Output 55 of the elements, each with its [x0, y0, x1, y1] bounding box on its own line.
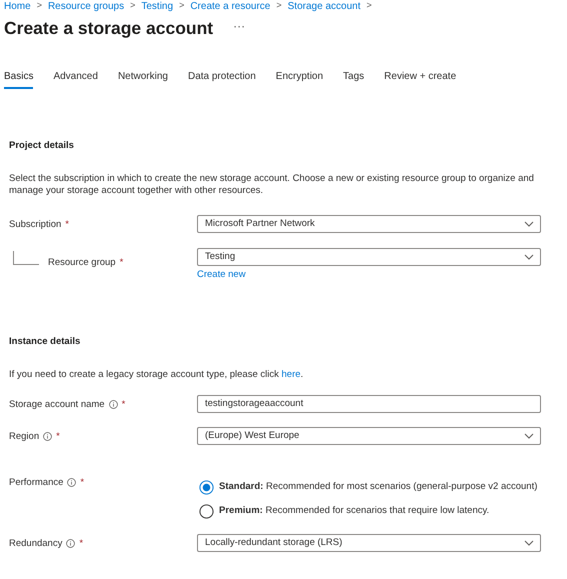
page-title: Create a storage account	[4, 18, 214, 39]
breadcrumb-separator: >	[276, 0, 282, 12]
required-mark: *	[56, 430, 60, 444]
required-mark: *	[80, 476, 84, 490]
dropdown[interactable]: Microsoft Partner Network	[197, 215, 541, 234]
tab[interactable]: Encryption	[276, 69, 324, 89]
info-icon[interactable]	[43, 432, 52, 442]
breadcrumb-separator: >	[36, 0, 42, 12]
field-label: Subscription	[9, 218, 62, 232]
tab[interactable]: Basics	[4, 69, 34, 89]
more-button[interactable]: ···	[229, 16, 250, 34]
radio-label: Premium: Recommended for scenarios that require low latency.	[219, 504, 490, 518]
info-icon[interactable]	[67, 478, 76, 488]
tab[interactable]: Advanced	[53, 69, 98, 89]
field-label: Region	[9, 430, 40, 444]
field-label: Storage account name	[9, 398, 105, 412]
section-heading: Instance details	[9, 334, 82, 348]
chevron-down-icon	[524, 221, 534, 228]
breadcrumb-link[interactable]: Testing	[141, 0, 174, 14]
field-label: Resource group	[48, 256, 116, 270]
section-heading: Project details	[9, 139, 75, 153]
chevron-down-icon	[524, 254, 534, 260]
breadcrumb-link[interactable]: Storage account	[288, 0, 360, 14]
tab[interactable]: Networking	[118, 69, 168, 89]
field-label: Performance	[9, 476, 64, 490]
section-description: Select the subscription in which to create the new storage account. Choose a new or existing resource group to organize and manage your storage account together with other resources.	[9, 173, 535, 198]
radio-button[interactable]	[199, 504, 214, 519]
required-mark: *	[65, 218, 69, 232]
here-link[interactable]: here	[282, 368, 301, 380]
tab[interactable]: Review + create	[384, 69, 456, 89]
breadcrumb-link[interactable]: Create a resource	[190, 0, 270, 14]
tab[interactable]: Tags	[343, 69, 364, 89]
breadcrumb-link[interactable]: Resource groups	[48, 0, 124, 14]
breadcrumb-link[interactable]: Home	[4, 0, 31, 14]
dropdown[interactable]: Locally-redundant storage (LRS)	[197, 534, 541, 552]
breadcrumb-separator: >	[366, 0, 372, 12]
breadcrumb-separator: >	[179, 0, 184, 12]
info-icon[interactable]	[108, 400, 118, 410]
chevron-down-icon	[524, 432, 534, 439]
required-mark: *	[122, 398, 126, 412]
radio-button[interactable]	[199, 480, 214, 495]
text-field[interactable]: testingstorageaaccount	[197, 394, 541, 413]
tree-connector	[13, 251, 39, 266]
chevron-down-icon	[524, 540, 534, 546]
required-mark: *	[120, 256, 124, 270]
dropdown[interactable]: Testing	[197, 248, 541, 266]
dropdown[interactable]: (Europe) West Europe	[197, 426, 541, 445]
field-label: Redundancy	[9, 536, 62, 551]
radio-label: Standard: Recommended for most scenarios (general-purpose v2 account)	[219, 480, 538, 494]
required-mark: *	[79, 536, 84, 551]
info-icon[interactable]	[66, 539, 76, 548]
section-description: If you need to create a legacy storage account type, please click here.	[9, 368, 304, 381]
breadcrumb-separator: >	[130, 0, 136, 12]
create-new-link[interactable]: Create new	[197, 268, 246, 282]
tab[interactable]: Data protection	[188, 69, 256, 89]
